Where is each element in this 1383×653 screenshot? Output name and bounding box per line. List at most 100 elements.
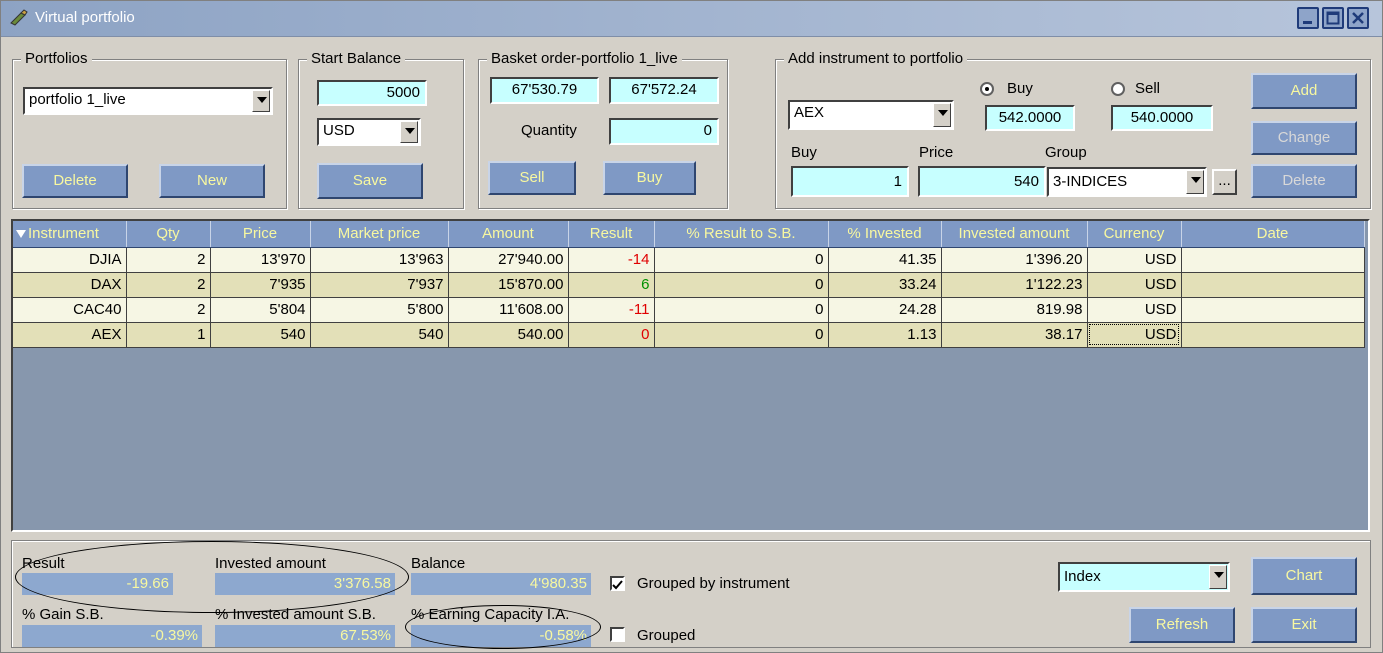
delete-instrument-button[interactable]: Delete [1251,164,1357,198]
buy-price-field[interactable]: 542.0000 [985,105,1075,131]
cell-instrument[interactable]: DAX [13,272,127,298]
cell-market-price[interactable]: 7'937 [310,272,449,298]
cell-invested-amount[interactable]: 1'122.23 [941,272,1088,298]
cell-price[interactable]: 540 [210,322,311,348]
chevron-down-icon[interactable] [1186,170,1204,194]
cell-invested-amount[interactable]: 819.98 [941,297,1088,323]
cell-amount[interactable]: 11'608.00 [448,297,569,323]
cell-result-sb[interactable]: 0 [654,322,829,348]
buy-qty-input[interactable]: 1 [791,166,909,197]
cell-qty[interactable]: 2 [126,272,211,298]
price-label: Price [919,144,954,161]
chevron-down-icon[interactable] [400,121,418,143]
cell-currency[interactable]: USD [1087,322,1182,348]
basket-sell-button[interactable]: Sell [488,161,576,195]
cell-date[interactable] [1181,297,1365,323]
cell-instrument[interactable]: AEX [13,322,127,348]
save-button[interactable]: Save [317,163,423,199]
exit-button[interactable]: Exit [1251,607,1357,643]
change-button[interactable]: Change [1251,121,1357,155]
cell-price[interactable]: 5'804 [210,297,311,323]
chevron-down-icon[interactable] [933,103,951,127]
cell-market-price[interactable]: 5'800 [310,297,449,323]
instrument-select[interactable]: AEX [788,100,954,130]
quantity-input[interactable]: 0 [609,118,719,145]
cell-amount[interactable]: 15'870.00 [448,272,569,298]
sell-radio[interactable] [1111,82,1125,96]
cell-amount[interactable]: 27'940.00 [448,247,569,273]
basket-sell-value: 67'530.79 [490,77,599,104]
portfolio-grid[interactable]: Instrument Qty Price Market price Amount… [11,219,1370,532]
cell-invested-pct[interactable]: 24.28 [828,297,942,323]
cell-currency[interactable]: USD [1087,297,1182,323]
cell-result[interactable]: -11 [568,297,655,323]
cell-qty[interactable]: 2 [126,297,211,323]
buy-radio[interactable] [980,82,994,96]
cell-amount[interactable]: 540.00 [448,322,569,348]
delete-portfolio-button[interactable]: Delete [22,164,128,198]
grouped-checkbox[interactable] [610,627,625,642]
cell-invested-pct[interactable]: 33.24 [828,272,942,298]
col-currency[interactable]: Currency [1087,221,1182,248]
cell-result-sb[interactable]: 0 [654,297,829,323]
chevron-down-icon[interactable] [252,90,270,112]
maximize-button[interactable] [1322,7,1344,29]
cell-invested-pct[interactable]: 1.13 [828,322,942,348]
basket-buy-button[interactable]: Buy [603,161,696,195]
cell-date[interactable] [1181,322,1365,348]
cell-price[interactable]: 7'935 [210,272,311,298]
col-instrument[interactable]: Instrument [13,221,127,248]
cell-date[interactable] [1181,247,1365,273]
cell-instrument[interactable]: CAC40 [13,297,127,323]
col-date[interactable]: Date [1181,221,1365,248]
grouped-by-instrument-label: Grouped by instrument [637,575,790,592]
sell-price-field[interactable]: 540.0000 [1111,105,1213,131]
cell-instrument[interactable]: DJIA [13,247,127,273]
cell-result[interactable]: 6 [568,272,655,298]
cell-currency[interactable]: USD [1087,272,1182,298]
cell-result[interactable]: 0 [568,322,655,348]
cell-market-price[interactable]: 540 [310,322,449,348]
col-invested-amount[interactable]: Invested amount [941,221,1088,248]
col-result-sb[interactable]: % Result to S.B. [654,221,829,248]
col-price[interactable]: Price [210,221,311,248]
cell-invested-pct[interactable]: 41.35 [828,247,942,273]
table-row[interactable]: AEX 1 540 540 540.00 0 0 1.13 38.17 USD [13,322,1365,348]
start-balance-input[interactable]: 5000 [317,80,427,106]
col-invested-pct[interactable]: % Invested [828,221,942,248]
cell-invested-amount[interactable]: 1'396.20 [941,247,1088,273]
table-row[interactable]: DAX 2 7'935 7'937 15'870.00 6 0 33.24 1'… [13,272,1365,298]
close-button[interactable] [1347,7,1369,29]
col-amount[interactable]: Amount [448,221,569,248]
table-row[interactable]: CAC40 2 5'804 5'800 11'608.00 -11 0 24.2… [13,297,1365,323]
cell-qty[interactable]: 2 [126,247,211,273]
index-select[interactable]: Index [1058,562,1230,592]
price-input[interactable]: 540 [918,166,1046,197]
cell-result-sb[interactable]: 0 [654,272,829,298]
new-portfolio-button[interactable]: New [159,164,265,198]
currency-select[interactable]: USD [317,118,421,146]
cell-result[interactable]: -14 [568,247,655,273]
cell-currency[interactable]: USD [1087,247,1182,273]
minimize-button[interactable] [1297,7,1319,29]
col-result[interactable]: Result [568,221,655,248]
basket-buy-value: 67'572.24 [609,77,719,104]
cell-invested-amount[interactable]: 38.17 [941,322,1088,348]
portfolio-select[interactable]: portfolio 1_live [23,87,273,115]
chart-button[interactable]: Chart [1251,557,1357,595]
cell-date[interactable] [1181,272,1365,298]
col-market-price[interactable]: Market price [310,221,449,248]
cell-price[interactable]: 13'970 [210,247,311,273]
group-select-value: 3-INDICES [1053,173,1128,190]
cell-result-sb[interactable]: 0 [654,247,829,273]
group-select[interactable]: 3-INDICES [1047,167,1207,197]
grouped-by-instrument-checkbox[interactable] [610,576,625,591]
chevron-down-icon[interactable] [1209,565,1227,589]
group-browse-button[interactable]: ... [1212,169,1237,195]
refresh-button[interactable]: Refresh [1129,607,1235,643]
col-qty[interactable]: Qty [126,221,211,248]
cell-qty[interactable]: 1 [126,322,211,348]
table-row[interactable]: DJIA 2 13'970 13'963 27'940.00 -14 0 41.… [13,247,1365,273]
add-button[interactable]: Add [1251,73,1357,109]
cell-market-price[interactable]: 13'963 [310,247,449,273]
